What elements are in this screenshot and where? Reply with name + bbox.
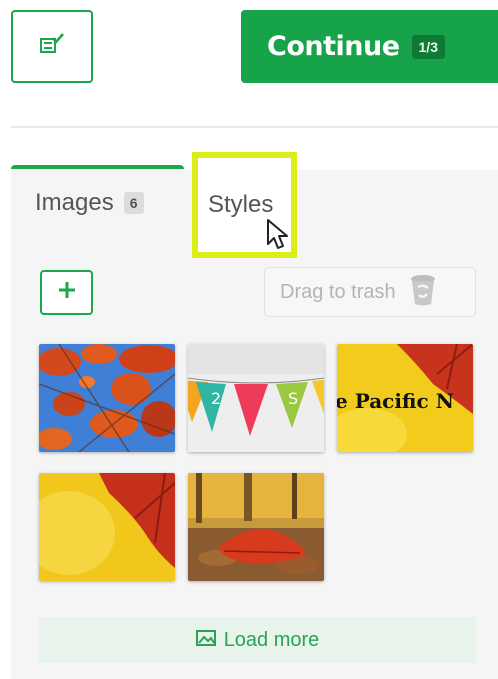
thumbnail-caption: e Pacific N: [337, 389, 454, 413]
continue-button[interactable]: Continue 1/3: [241, 10, 498, 83]
pennant-letter-3: S: [288, 389, 298, 408]
images-count-badge: 6: [123, 192, 144, 214]
mouse-cursor-icon: [266, 218, 292, 257]
continue-label: Continue: [267, 31, 400, 62]
checklist-button[interactable]: [11, 10, 93, 83]
thumbnail-bunting-banner[interactable]: 2 S: [188, 344, 324, 452]
add-image-button[interactable]: [40, 270, 93, 315]
tab-bar: Images 6 Styles: [11, 152, 498, 258]
tab-images[interactable]: Images 6: [11, 165, 184, 237]
thumbnail-red-leaf-yellow[interactable]: [39, 473, 175, 581]
trash-icon: [408, 273, 438, 312]
load-more-label: Load more: [223, 628, 320, 651]
image-icon: [195, 629, 216, 651]
pennant-letter-1: 2: [211, 389, 221, 408]
thumbnail-fallen-leaf-ground[interactable]: [188, 473, 324, 581]
trash-drop-zone[interactable]: Drag to trash: [264, 267, 476, 317]
tab-images-label: Images: [35, 189, 114, 216]
load-more-button[interactable]: Load more: [39, 617, 476, 663]
plus-icon: [57, 280, 77, 305]
tab-styles-label: Styles: [208, 191, 274, 218]
thumbnail-pacific-nw-leaf-text[interactable]: e Pacific N: [337, 344, 473, 452]
trash-label: Drag to trash: [280, 280, 396, 303]
thumbnail-autumn-leaves-sky[interactable]: [39, 344, 175, 452]
checklist-icon: [38, 31, 66, 62]
header-divider: [11, 126, 498, 128]
step-indicator: 1/3: [411, 34, 445, 59]
